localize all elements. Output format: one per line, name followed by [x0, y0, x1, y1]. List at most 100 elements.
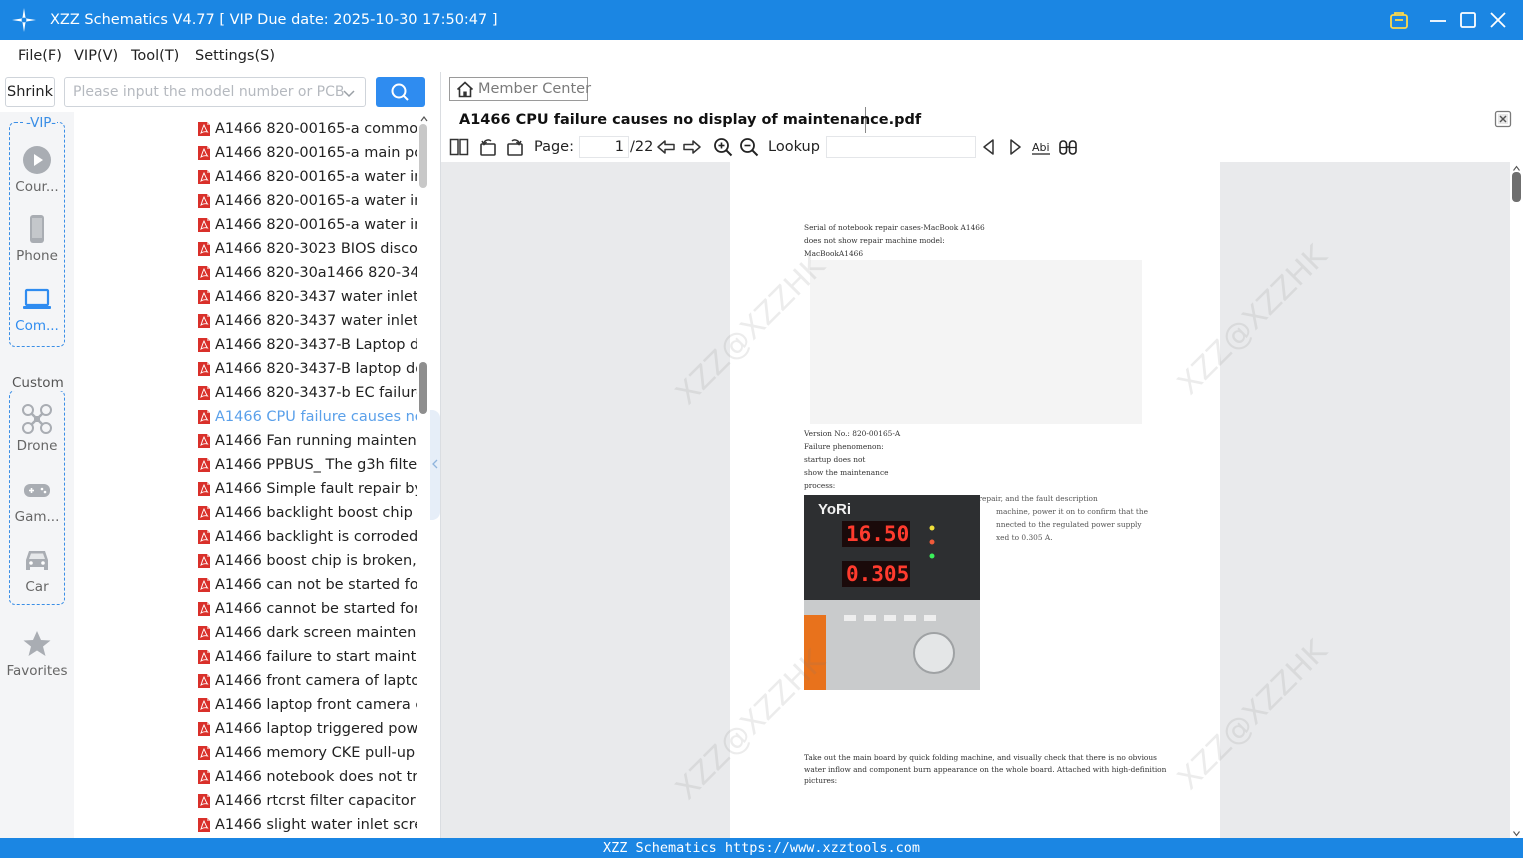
scroll-up-icon[interactable] [419, 114, 429, 124]
pdf-file-icon [198, 194, 210, 208]
search-button[interactable] [376, 77, 425, 107]
file-list-item[interactable]: A1466 backlight boost chip i [196, 501, 417, 525]
file-list-item[interactable]: A1466 can not be started for [196, 573, 417, 597]
file-list-item[interactable]: A1466 820-00165-a water inl [196, 189, 417, 213]
file-list-item[interactable]: A1466 820-3437 water inlet c [196, 309, 417, 333]
file-list-item[interactable]: A1466 820-3437 water inlet b [196, 285, 417, 309]
category-drone[interactable]: Drone [0, 404, 74, 455]
pdf-file-icon [198, 458, 210, 472]
menu-vip[interactable]: VIP(V) [74, 40, 118, 72]
category-label: Com... [15, 318, 59, 334]
file-list-item[interactable]: A1466 memory CKE pull-up r [196, 741, 417, 765]
file-list-item[interactable]: A1466 820-30a1466 820-343 [196, 261, 417, 285]
rotate-left-icon[interactable] [478, 137, 498, 157]
shrink-button[interactable]: Shrink [5, 77, 55, 107]
pdf-file-icon [198, 770, 210, 784]
search-input[interactable]: Please input the model number or PCB [64, 77, 366, 107]
pdf-text-line: Serial of notebook repair cases-MacBook … [804, 223, 985, 232]
pdf-file-icon [198, 698, 210, 712]
category-course[interactable]: Cour... [0, 145, 74, 196]
member-center-button[interactable]: Member Center [449, 77, 591, 101]
file-list-item[interactable]: A1466 laptop triggered powe [196, 717, 417, 741]
pdf-file-icon [198, 218, 210, 232]
page-total: /22 [630, 139, 654, 155]
car-icon [26, 551, 48, 570]
file-list-item[interactable]: A1466 failure to start mainte [196, 645, 417, 669]
scroll-thumb[interactable] [419, 362, 427, 414]
two-page-icon[interactable] [449, 137, 469, 157]
file-name: A1466 820-00165-a common [215, 121, 417, 137]
file-list-item[interactable]: A1466 backlight is corroded [196, 525, 417, 549]
scroll-thumb[interactable] [419, 124, 427, 188]
star-icon [23, 631, 51, 656]
zoom-in-icon[interactable] [713, 137, 733, 157]
pdf-file-icon [198, 506, 210, 520]
close-icon[interactable] [1486, 8, 1510, 32]
file-list-item[interactable]: A1466 Fan running maintena [196, 429, 417, 453]
file-list-item[interactable]: A1466 820-3023 BIOS discon [196, 237, 417, 261]
category-label: Cour... [15, 179, 59, 195]
maximize-icon[interactable] [1456, 8, 1480, 32]
whole-word-icon[interactable] [1058, 137, 1078, 157]
category-game[interactable]: Gam... [0, 475, 74, 526]
pdf-text-line: process: [804, 481, 836, 490]
pdf-file-icon [198, 650, 210, 664]
pdf-scrollbar[interactable] [1510, 162, 1523, 838]
pdf-file-icon [198, 674, 210, 688]
category-car[interactable]: Car [0, 545, 74, 596]
scroll-down-icon[interactable] [1512, 829, 1521, 838]
menu-file[interactable]: File(F) [18, 40, 62, 72]
menu-bar: File(F) VIP(V) Tool(T) Settings(S) [0, 40, 1523, 72]
find-next-icon[interactable] [1005, 137, 1025, 157]
file-list-item[interactable]: A1466 820-3437-b EC failure [196, 381, 417, 405]
zoom-out-icon[interactable] [739, 137, 759, 157]
file-list-item[interactable]: A1466 front camera of laptop [196, 669, 417, 693]
file-list-item[interactable]: A1466 rtcrst filter capacitor is [196, 789, 417, 813]
file-list-item[interactable]: A1466 820-3437-B Laptop do [196, 333, 417, 357]
category-label: Car [25, 579, 49, 595]
pdf-file-icon [198, 386, 210, 400]
match-case-icon[interactable]: Abi [1031, 137, 1051, 157]
file-name: A1466 cannot be started for [215, 601, 417, 617]
file-list-scrollbar[interactable] [417, 112, 431, 838]
file-list-item[interactable]: A1466 820-00165-a main po [196, 141, 417, 165]
close-document-icon[interactable] [1494, 110, 1512, 128]
file-name: A1466 820-00165-a water ing [215, 169, 417, 185]
find-previous-icon[interactable] [979, 137, 999, 157]
file-list-item[interactable]: A1466 Simple fault repair by [196, 477, 417, 501]
file-list-item[interactable]: A1466 CPU failure causes no [196, 405, 417, 429]
minimize-icon[interactable] [1426, 8, 1450, 32]
lookup-input[interactable] [826, 136, 976, 158]
collapse-panel-handle[interactable] [430, 410, 440, 520]
page-number-input[interactable] [579, 136, 629, 158]
file-list-item[interactable]: A1466 laptop front camera c [196, 693, 417, 717]
category-favorites[interactable]: Favorites [0, 629, 74, 680]
file-list-item[interactable]: A1466 boost chip is broken, [196, 549, 417, 573]
power-supply-current: 0.305 [846, 562, 910, 586]
file-list-item[interactable]: A1466 820-00165-a water ing [196, 165, 417, 189]
scroll-thumb[interactable] [1512, 172, 1521, 202]
next-page-icon[interactable] [682, 137, 702, 157]
file-list-item[interactable]: A1466 slight water inlet scree [196, 813, 417, 837]
pdf-file-icon [198, 530, 210, 544]
file-list-item[interactable]: A1466 820-00165-a common [196, 117, 417, 141]
category-phone[interactable]: Phone [0, 214, 74, 265]
file-list-item[interactable]: A1466 dark screen maintena [196, 621, 417, 645]
file-list-item[interactable]: A1466 PPBUS_ The g3h filter [196, 453, 417, 477]
file-list-item[interactable]: A1466 820-3437-B laptop do [196, 357, 417, 381]
file-list-item[interactable]: A1466 cannot be started for [196, 597, 417, 621]
chevron-down-icon[interactable] [341, 85, 357, 101]
document-tab[interactable]: A1466 CPU failure causes no display of m… [449, 107, 921, 133]
file-list-item[interactable]: A1466 notebook does not tri [196, 765, 417, 789]
file-name: A1466 failure to start mainte [215, 649, 417, 665]
file-list-item[interactable]: A1466 820-00165-a water inl [196, 213, 417, 237]
rotate-right-icon[interactable] [505, 137, 525, 157]
cart-icon[interactable] [1387, 8, 1411, 32]
previous-page-icon[interactable] [656, 137, 676, 157]
file-name: A1466 backlight boost chip i [215, 505, 417, 521]
category-computer[interactable]: Com... [0, 284, 74, 335]
menu-tool[interactable]: Tool(T) [131, 40, 179, 72]
menu-settings[interactable]: Settings(S) [195, 40, 275, 72]
file-name: A1466 dark screen maintena [215, 625, 417, 641]
pdf-viewport[interactable]: Serial of notebook repair cases-MacBook … [441, 162, 1510, 838]
